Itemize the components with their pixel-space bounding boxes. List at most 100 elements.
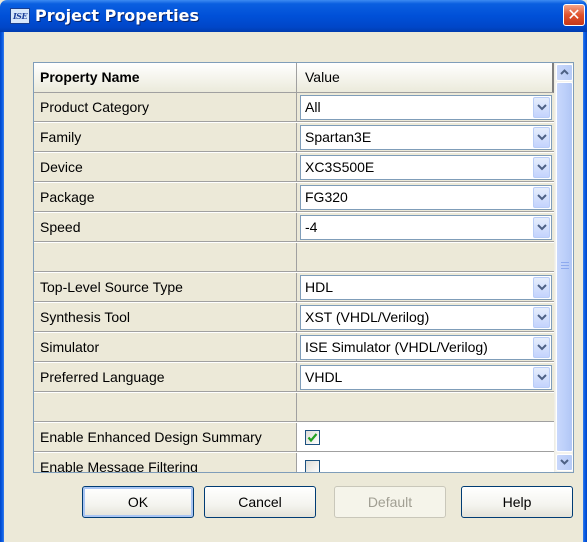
title-bar[interactable]: ISE Project Properties ✕ <box>0 0 587 32</box>
value-header[interactable]: Value <box>297 63 554 93</box>
property-name: Synthesis Tool <box>34 303 297 332</box>
chevron-down-icon <box>537 344 547 351</box>
scroll-thumb[interactable] <box>556 82 573 452</box>
property-value-cell[interactable]: HDL <box>297 273 554 302</box>
property-name: Product Category <box>34 93 297 122</box>
chevron-up-icon <box>560 69 569 75</box>
property-row: Product Category All <box>34 93 554 123</box>
property-row: Simulator ISE Simulator (VHDL/Verilog) <box>34 333 554 363</box>
property-value-cell[interactable]: All <box>297 93 554 122</box>
property-value-cell[interactable]: -4 <box>297 213 554 242</box>
chevron-down-icon <box>537 314 547 321</box>
property-grid-rows: Property Name Value Product Category All F… <box>34 63 554 472</box>
property-row: Speed -4 <box>34 213 554 243</box>
chevron-down-icon <box>560 459 569 465</box>
value-background <box>297 423 554 451</box>
property-value-cell[interactable] <box>297 453 554 472</box>
property-row: Family Spartan3E <box>34 123 554 153</box>
property-name: Preferred Language <box>34 363 297 392</box>
property-value-cell[interactable]: XST (VHDL/Verilog) <box>297 303 554 332</box>
cancel-button[interactable]: Cancel <box>204 486 316 518</box>
grid-header: Property Name Value <box>34 63 554 93</box>
chevron-down-icon <box>537 284 547 291</box>
property-value-dropdown[interactable]: HDL <box>300 275 552 300</box>
default-button[interactable]: Default <box>334 486 446 518</box>
separator-cell <box>297 243 554 272</box>
property-value-dropdown[interactable]: -4 <box>300 215 552 240</box>
scroll-grip-line <box>561 262 569 263</box>
property-checkbox[interactable] <box>305 430 320 445</box>
property-value-cell[interactable]: FG320 <box>297 183 554 212</box>
ok-button[interactable]: OK <box>82 486 194 518</box>
property-value-cell[interactable]: XC3S500E <box>297 153 554 182</box>
help-button[interactable]: Help <box>461 486 573 518</box>
property-row: Preferred Language VHDL <box>34 363 554 393</box>
dropdown-arrow-button[interactable] <box>533 217 550 238</box>
dropdown-arrow-button[interactable] <box>533 337 550 358</box>
property-row: Top-Level Source Type HDL <box>34 273 554 303</box>
window-frame-left <box>0 32 4 542</box>
property-value-dropdown[interactable]: VHDL <box>300 365 552 390</box>
category-separator-row <box>34 243 554 273</box>
close-icon[interactable]: ✕ <box>563 4 585 26</box>
property-grid: Property Name Value Product Category All F… <box>33 62 574 473</box>
dropdown-selected-value: XC3S500E <box>305 159 375 175</box>
property-row: Synthesis Tool XST (VHDL/Verilog) <box>34 303 554 333</box>
dropdown-selected-value: -4 <box>305 219 318 235</box>
chevron-down-icon <box>537 164 547 171</box>
dialog-title: Project Properties <box>35 6 199 25</box>
property-value-dropdown[interactable]: FG320 <box>300 185 552 210</box>
property-name: Speed <box>34 213 297 242</box>
project-properties-dialog: ISE Project Properties ✕ Property Name V… <box>0 0 587 542</box>
property-value-dropdown[interactable]: All <box>300 95 552 120</box>
property-row: Device XC3S500E <box>34 153 554 183</box>
vertical-scrollbar[interactable] <box>554 63 573 472</box>
dropdown-arrow-button[interactable] <box>533 367 550 388</box>
property-value-cell[interactable]: Spartan3E <box>297 123 554 152</box>
property-value-cell[interactable] <box>297 423 554 452</box>
dropdown-selected-value: ISE Simulator (VHDL/Verilog) <box>305 339 488 355</box>
property-value-dropdown[interactable]: ISE Simulator (VHDL/Verilog) <box>300 335 552 360</box>
separator-cell <box>34 243 297 272</box>
dropdown-arrow-button[interactable] <box>533 277 550 298</box>
property-name: Family <box>34 123 297 152</box>
dropdown-arrow-button[interactable] <box>533 127 550 148</box>
chevron-down-icon <box>537 194 547 201</box>
scroll-down-button[interactable] <box>556 454 573 471</box>
scroll-up-button[interactable] <box>556 64 573 81</box>
dropdown-arrow-button[interactable] <box>533 307 550 328</box>
chevron-down-icon <box>537 134 547 141</box>
property-name: Device <box>34 153 297 182</box>
property-value-dropdown[interactable]: Spartan3E <box>300 125 552 150</box>
dropdown-selected-value: VHDL <box>305 369 343 385</box>
property-row: Package FG320 <box>34 183 554 213</box>
property-name-header[interactable]: Property Name <box>34 63 297 93</box>
ise-app-icon: ISE <box>10 8 30 24</box>
property-name: Top-Level Source Type <box>34 273 297 302</box>
dropdown-arrow-button[interactable] <box>533 97 550 118</box>
property-value-dropdown[interactable]: XST (VHDL/Verilog) <box>300 305 552 330</box>
property-name: Simulator <box>34 333 297 362</box>
property-name: Enable Enhanced Design Summary <box>34 423 297 452</box>
window-frame-right <box>583 32 587 542</box>
property-name: Enable Message Filtering <box>34 453 297 472</box>
chevron-down-icon <box>537 224 547 231</box>
dropdown-selected-value: HDL <box>305 279 334 295</box>
property-row: Enable Enhanced Design Summary <box>34 423 554 453</box>
dropdown-selected-value: XST (VHDL/Verilog) <box>305 309 430 325</box>
property-value-cell[interactable]: VHDL <box>297 363 554 392</box>
category-separator-row <box>34 393 554 423</box>
property-checkbox[interactable] <box>305 460 320 472</box>
dropdown-arrow-button[interactable] <box>533 187 550 208</box>
dropdown-selected-value: FG320 <box>305 189 348 205</box>
property-value-cell[interactable]: ISE Simulator (VHDL/Verilog) <box>297 333 554 362</box>
dropdown-arrow-button[interactable] <box>533 157 550 178</box>
scroll-grip-line <box>561 268 569 269</box>
property-value-dropdown[interactable]: XC3S500E <box>300 155 552 180</box>
separator-cell <box>297 393 554 422</box>
value-background <box>297 453 554 472</box>
scroll-grip-line <box>561 265 569 266</box>
separator-cell <box>34 393 297 422</box>
dropdown-selected-value: Spartan3E <box>305 129 372 145</box>
chevron-down-icon <box>537 104 547 111</box>
